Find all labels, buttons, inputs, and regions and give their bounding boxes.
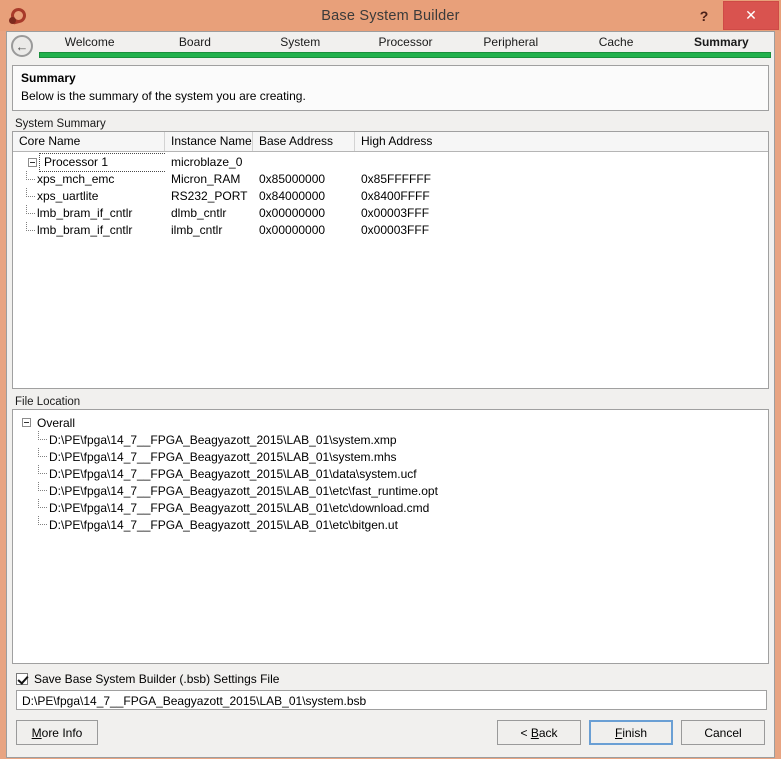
list-item[interactable]: D:\PE\fpga\14_7__FPGA_Beagyazott_2015\LA… [13, 431, 768, 448]
table-row[interactable]: lmb_bram_if_cntlr ilmb_cntlr 0x00000000 … [13, 222, 768, 239]
tab-peripheral[interactable]: Peripheral [458, 32, 563, 52]
save-settings-label: Save Base System Builder (.bsb) Settings… [34, 672, 280, 686]
file-path-text: D:\PE\fpga\14_7__FPGA_Beagyazott_2015\LA… [49, 432, 397, 447]
dialog-button-bar: More Info < Back Finish Cancel [7, 710, 774, 757]
system-summary-label: System Summary [15, 118, 106, 130]
tree-branch-icon [13, 431, 49, 448]
more-info-rest: ore Info [41, 725, 83, 740]
tree-branch-icon [13, 482, 49, 499]
cell-base-address: 0x00000000 [259, 206, 326, 220]
page-subtitle: Below is the summary of the system you a… [21, 89, 306, 103]
list-item[interactable]: D:\PE\fpga\14_7__FPGA_Beagyazott_2015\LA… [13, 448, 768, 465]
tab-cache[interactable]: Cache [563, 32, 668, 52]
table-body: Processor 1 microblaze_0 xps_mch_emc Mic… [13, 152, 768, 388]
save-settings-row[interactable]: Save Base System Builder (.bsb) Settings… [16, 672, 769, 686]
tab-summary[interactable]: Summary [669, 32, 774, 52]
cell-high-address: 0x00003FFF [361, 206, 430, 220]
table-row[interactable]: lmb_bram_if_cntlr dlmb_cntlr 0x00000000 … [13, 205, 768, 222]
cell-instance-name: ilmb_cntlr [171, 223, 223, 237]
tree-branch-icon [13, 516, 49, 533]
column-header-base-address[interactable]: Base Address [253, 132, 355, 151]
file-tree-root-label: Overall [37, 415, 76, 430]
file-location-group: File Location Overall D:\PE\fpga\14_7__F… [12, 396, 769, 664]
processor-node-label[interactable]: Processor 1 [39, 153, 165, 172]
core-name-text: xps_uartlite [37, 189, 99, 203]
page-header-panel: Summary Below is the summary of the syst… [12, 65, 769, 111]
table-header-row: Core Name Instance Name Base Address Hig… [13, 132, 768, 152]
save-settings-path-input[interactable]: D:\PE\fpga\14_7__FPGA_Beagyazott_2015\LA… [16, 690, 767, 710]
cell-core-name: xps_uartlite [13, 188, 165, 205]
tree-branch-icon [13, 205, 37, 222]
tree-branch-icon [13, 222, 37, 239]
window-title: Base System Builder [321, 7, 460, 24]
table-row[interactable]: xps_mch_emc Micron_RAM 0x85000000 0x85FF… [13, 171, 768, 188]
cell-high-address: 0x00003FFF [361, 223, 430, 237]
tree-branch-icon [13, 188, 37, 205]
core-name-text: lmb_bram_if_cntlr [37, 206, 133, 220]
tree-branch-icon [13, 499, 49, 516]
wizard-progress-bar [39, 52, 771, 58]
core-name-text: xps_mch_emc [37, 172, 115, 186]
cell-base-address: 0x84000000 [259, 189, 326, 203]
tree-branch-icon [13, 448, 49, 465]
back-arrow-icon[interactable]: ← [11, 35, 33, 57]
column-header-instance-name[interactable]: Instance Name [165, 132, 253, 151]
wizard-tabs: Welcome Board System Processor Periphera… [7, 32, 774, 52]
tab-board[interactable]: Board [142, 32, 247, 52]
cell-core-name: xps_mch_emc [13, 171, 165, 188]
collapse-minus-icon[interactable] [28, 158, 37, 167]
cell-core-name[interactable]: Processor 1 [13, 153, 165, 172]
more-info-button[interactable]: More Info [16, 720, 98, 745]
back-button[interactable]: < Back [497, 720, 581, 745]
cell-core-name: lmb_bram_if_cntlr [13, 222, 165, 239]
cell-base-address: 0x00000000 [259, 223, 326, 237]
file-location-panel: Overall D:\PE\fpga\14_7__FPGA_Beagyazott… [12, 409, 769, 664]
file-tree: Overall D:\PE\fpga\14_7__FPGA_Beagyazott… [13, 410, 768, 533]
file-tree-root[interactable]: Overall [13, 414, 768, 431]
cancel-button[interactable]: Cancel [681, 720, 765, 745]
file-path-text: D:\PE\fpga\14_7__FPGA_Beagyazott_2015\LA… [49, 466, 417, 481]
cell-instance-name: RS232_PORT [171, 189, 248, 203]
file-path-text: D:\PE\fpga\14_7__FPGA_Beagyazott_2015\LA… [49, 500, 430, 515]
tab-welcome[interactable]: Welcome [37, 32, 142, 52]
dialog-body: Summary Below is the summary of the syst… [6, 60, 775, 758]
wizard-navigation-bar: Welcome Board System Processor Periphera… [6, 31, 775, 60]
tab-system[interactable]: System [248, 32, 353, 52]
cell-instance-name: microblaze_0 [171, 155, 243, 169]
title-bar: Base System Builder ? ✕ [0, 0, 781, 31]
tree-branch-icon [13, 171, 37, 188]
tab-processor[interactable]: Processor [353, 32, 458, 52]
collapse-minus-icon[interactable] [22, 418, 31, 427]
save-settings-checkbox[interactable] [16, 673, 28, 685]
list-item[interactable]: D:\PE\fpga\14_7__FPGA_Beagyazott_2015\LA… [13, 499, 768, 516]
tree-branch-icon [13, 465, 49, 482]
page-title: Summary [21, 71, 76, 85]
column-header-core-name[interactable]: Core Name [13, 132, 165, 151]
table-row[interactable]: Processor 1 microblaze_0 [13, 153, 768, 172]
cell-high-address: 0x8400FFFF [361, 189, 430, 203]
file-path-text: D:\PE\fpga\14_7__FPGA_Beagyazott_2015\LA… [49, 517, 398, 532]
column-header-high-address[interactable]: High Address [355, 132, 768, 151]
core-name-text: lmb_bram_if_cntlr [37, 223, 133, 237]
file-location-label: File Location [15, 396, 81, 408]
cell-base-address: 0x85000000 [259, 172, 326, 186]
cell-core-name: lmb_bram_if_cntlr [13, 205, 165, 222]
cell-instance-name: dlmb_cntlr [171, 206, 227, 220]
finish-button[interactable]: Finish [589, 720, 673, 745]
system-summary-panel: Core Name Instance Name Base Address Hig… [12, 131, 769, 389]
cell-high-address: 0x85FFFFFF [361, 172, 432, 186]
system-summary-group: System Summary Core Name Instance Name B… [12, 118, 769, 389]
table-row[interactable]: xps_uartlite RS232_PORT 0x84000000 0x840… [13, 188, 768, 205]
list-item[interactable]: D:\PE\fpga\14_7__FPGA_Beagyazott_2015\LA… [13, 482, 768, 499]
list-item[interactable]: D:\PE\fpga\14_7__FPGA_Beagyazott_2015\LA… [13, 465, 768, 482]
file-path-text: D:\PE\fpga\14_7__FPGA_Beagyazott_2015\LA… [49, 449, 397, 464]
cell-instance-name: Micron_RAM [171, 172, 241, 186]
file-path-text: D:\PE\fpga\14_7__FPGA_Beagyazott_2015\LA… [49, 483, 438, 498]
base-system-builder-window: Base System Builder ? ✕ Welcome Board Sy… [0, 0, 781, 759]
list-item[interactable]: D:\PE\fpga\14_7__FPGA_Beagyazott_2015\LA… [13, 516, 768, 533]
